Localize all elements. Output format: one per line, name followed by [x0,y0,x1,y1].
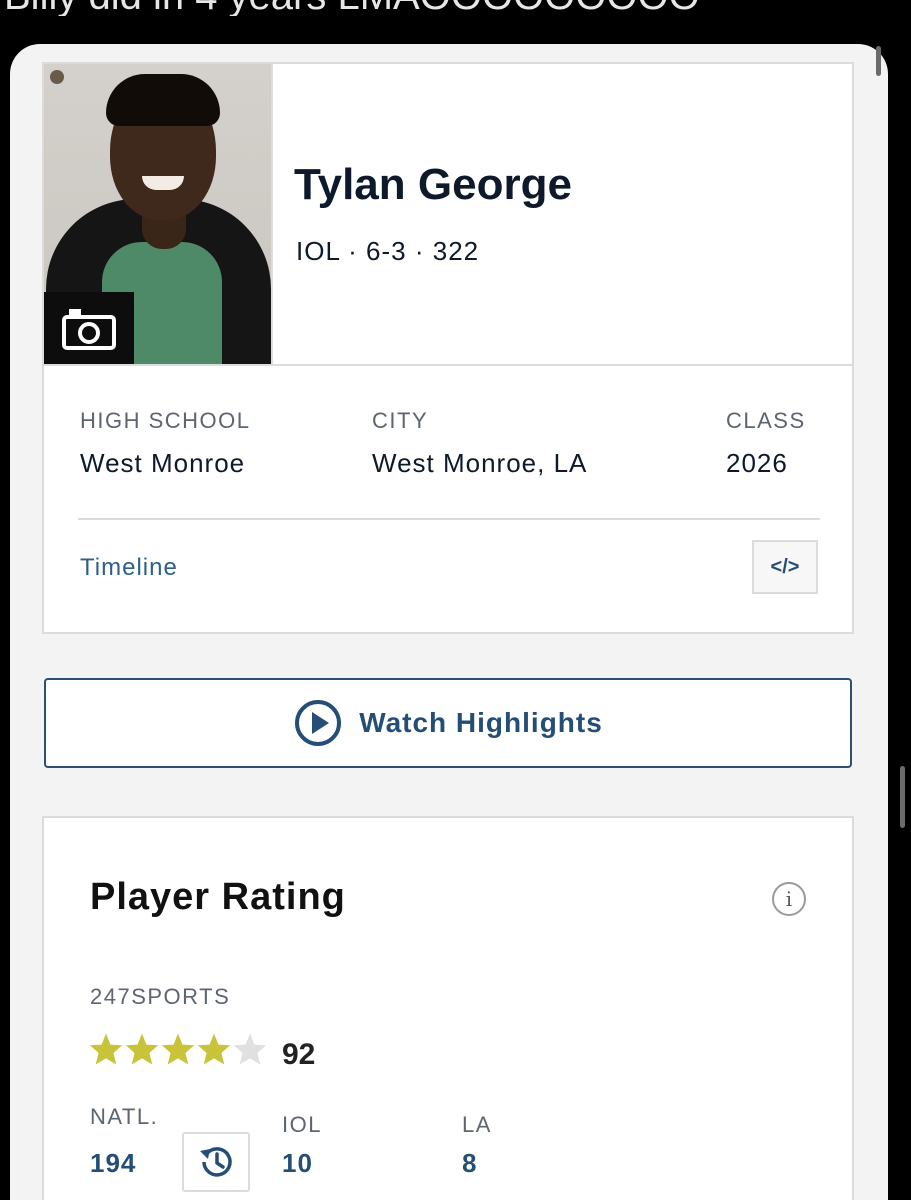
high-school-value[interactable]: West Monroe [80,448,245,479]
player-rating-card: Player Rating i 247SPORTS 92 NATL. 194 I… [42,816,854,1200]
position-rank-label: IOL [282,1112,322,1137]
photo-hair [106,74,220,126]
rating-source-label: 247SPORTS [90,984,231,1009]
star-filled-icon [197,1033,231,1065]
star-filled-icon [125,1033,159,1065]
player-profile-card: Tylan George IOL · 6-3 · 322 HIGH SCHOOL… [42,62,854,634]
city-label: CITY [372,408,429,433]
watch-highlights-button[interactable]: Watch Highlights [44,678,852,768]
player-position-height-weight: IOL · 6-3 · 322 [296,236,480,266]
camera-icon [62,309,116,350]
player-photo[interactable] [44,64,271,364]
state-rank-label: LA [462,1112,492,1137]
history-icon [200,1147,232,1177]
rating-score: 92 [282,1038,316,1071]
star-rating [88,1032,268,1066]
class-value: 2026 [726,448,788,478]
player-name: Tylan George [294,160,572,209]
rank-history-button[interactable] [182,1132,250,1192]
info-icon[interactable]: i [772,882,806,916]
header-divider-vertical [271,64,273,366]
embed-code-icon: </> [770,555,800,578]
play-circle-icon [295,700,342,746]
star-empty-icon [233,1033,267,1065]
state-rank-value[interactable]: 8 [462,1148,477,1179]
position-rank-value[interactable]: 10 [282,1148,313,1179]
post-caption: Billy did in 4 years LMAOOOOOOOOO [0,0,911,16]
high-school-label: HIGH SCHOOL [80,408,251,433]
wall-pin [50,70,64,84]
player-rating-title: Player Rating [90,876,346,918]
class-label: CLASS [726,408,806,433]
city-value: West Monroe, LA [372,448,588,478]
info-divider [78,518,820,520]
photo-gallery-button[interactable] [44,292,134,364]
scrollbar-thumb[interactable] [900,766,905,828]
star-filled-icon [161,1033,195,1065]
national-rank-value[interactable]: 194 [90,1148,136,1179]
watch-highlights-label: Watch Highlights [359,707,603,738]
embed-button[interactable]: </> [752,540,818,594]
star-filled-icon [89,1033,123,1065]
scrollbar-top[interactable] [876,46,881,76]
timeline-link[interactable]: Timeline [80,554,178,582]
national-rank-label: NATL. [90,1104,159,1129]
header-divider [44,364,852,366]
